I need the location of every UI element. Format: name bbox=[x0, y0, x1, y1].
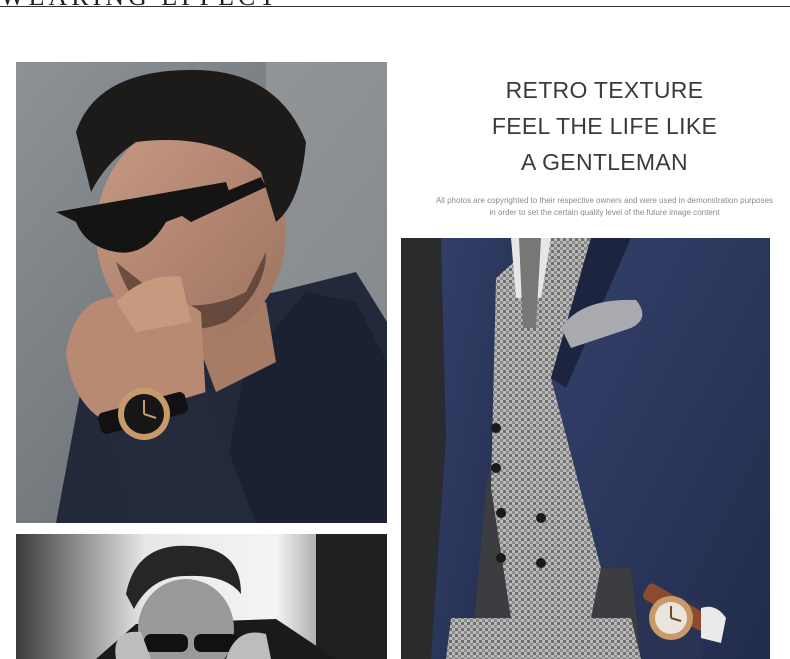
section-header: WEARING EFFECT bbox=[0, 0, 790, 8]
headline-line-2: FEEL THE LIFE LIKE bbox=[491, 113, 718, 139]
model-photo-blazer-vest-watch bbox=[401, 238, 770, 659]
header-divider bbox=[0, 6, 790, 7]
headline-line-1: RETRO TEXTURE bbox=[505, 77, 704, 103]
copyright-disclaimer: All photos are copyrighted to their resp… bbox=[402, 195, 790, 219]
model-photo-bw-sunglasses bbox=[16, 534, 387, 659]
headline-line-3: A GENTLEMAN bbox=[521, 149, 688, 175]
headline: RETRO TEXTURE FEEL THE LIFE LIKE A GENTL… bbox=[402, 72, 790, 180]
disclaimer-line-1: All photos are copyrighted to their resp… bbox=[435, 196, 774, 205]
disclaimer-line-2: in order to set the certain quality leve… bbox=[489, 208, 720, 217]
model-photo-sunglasses-watch bbox=[16, 62, 387, 523]
